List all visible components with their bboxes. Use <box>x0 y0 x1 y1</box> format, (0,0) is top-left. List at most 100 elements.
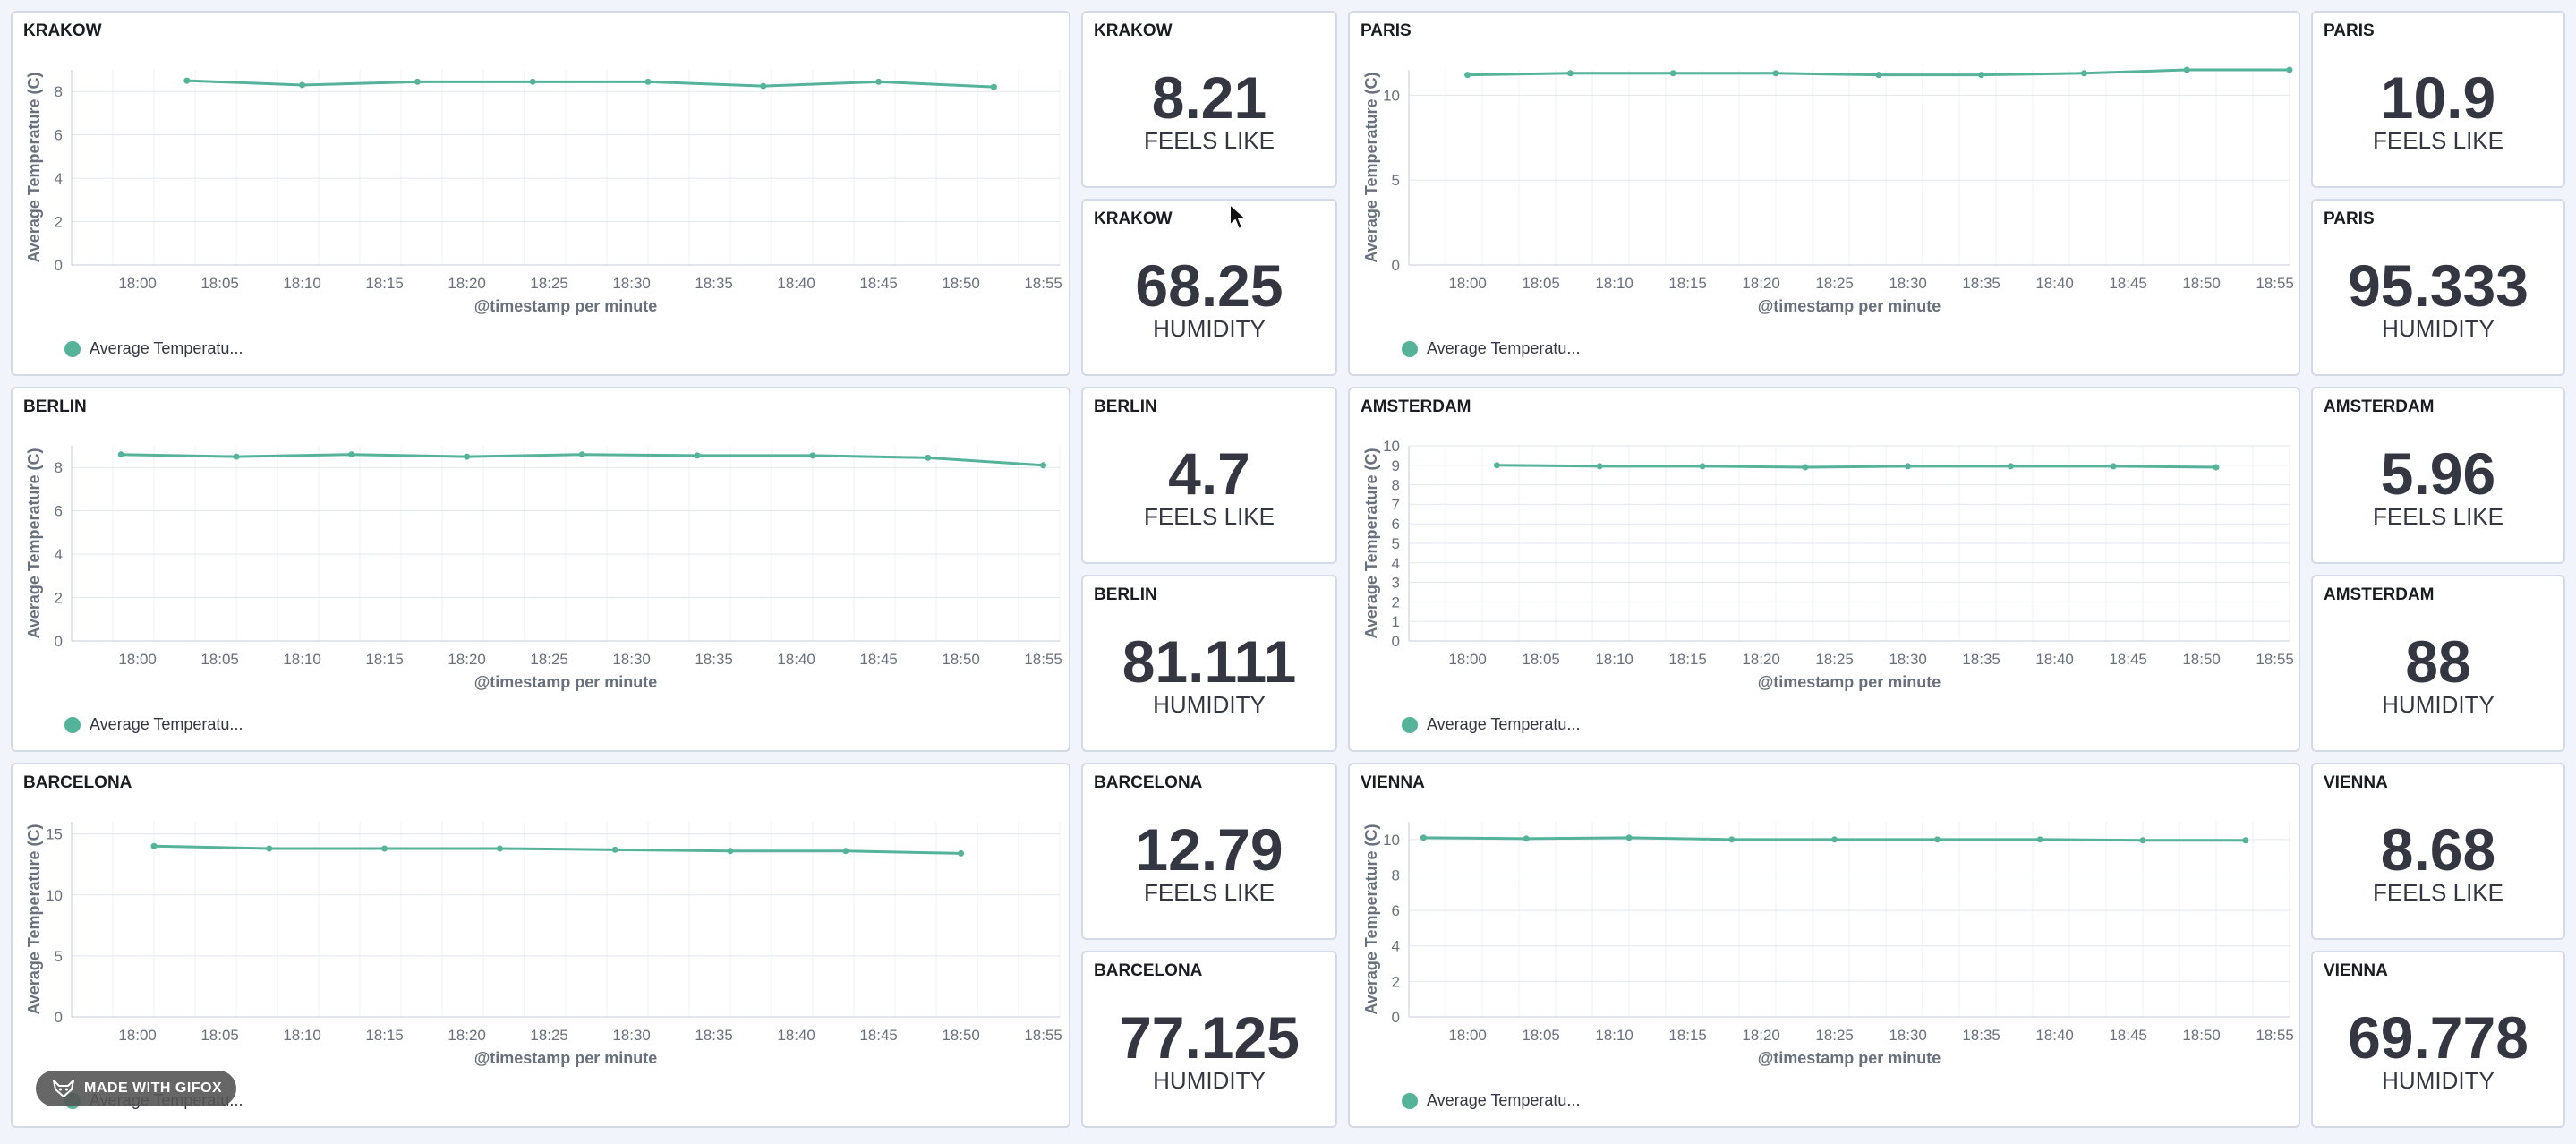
x-tick-label: 18:10 <box>1595 651 1633 668</box>
data-point <box>266 845 273 852</box>
paris-humidity-panel: PARIS 95.333 HUMIDITY <box>2311 199 2565 376</box>
metric-value: 69.778 <box>2348 1004 2529 1071</box>
line-chart[interactable]: 0 2 4 6 8 18:00 18:05 18:10 18:15 18:20 18:25 18:30… <box>13 13 1070 376</box>
x-tick-label: 18:40 <box>2035 275 2074 292</box>
metric-value: 68.25 <box>1135 252 1284 319</box>
amsterdam-feels-like-panel: AMSTERDAM 5.96 FEELS LIKE <box>2311 387 2565 564</box>
y-tick-label: 10 <box>1383 832 1400 849</box>
x-tick-label: 18:25 <box>1815 275 1854 292</box>
vienna-feels-like-panel: VIENNA 8.68 FEELS LIKE <box>2311 763 2565 940</box>
chart-legend[interactable]: Average Temperatu... <box>1402 339 1580 358</box>
data-point <box>611 846 618 853</box>
barcelona-humidity-panel: BARCELONA 77.125 HUMIDITY <box>1081 951 1337 1128</box>
x-tick-label: 18:25 <box>530 651 568 668</box>
line-chart[interactable]: 0 5 10 18:00 18:05 18:10 18:15 18:20 18:25 18:30 1… <box>1350 13 2300 376</box>
mouse-cursor-icon <box>1229 203 1247 230</box>
data-point <box>348 451 355 458</box>
krakow-chart-panel: KRAKOW 0 2 4 6 8 18:00 18:05 18:10 18:15 18:20 18:… <box>11 11 1070 376</box>
x-tick-label: 18:20 <box>1742 1027 1780 1044</box>
legend-label: Average Temperatu... <box>1427 339 1581 357</box>
x-tick-label: 18:00 <box>1448 1027 1487 1044</box>
data-point <box>644 78 652 85</box>
chart-legend[interactable]: Average Temperatu... <box>1402 715 1580 734</box>
y-tick-label: 0 <box>1392 257 1400 274</box>
x-tick-label: 18:40 <box>2035 651 2074 668</box>
x-tick-label: 18:05 <box>1522 651 1560 668</box>
data-point <box>2213 464 2220 471</box>
legend-label: Average Temperatu... <box>90 339 243 357</box>
line-chart[interactable]: 0 2 4 6 8 18:00 18:05 18:10 18:15 18:20 18:25 18:30… <box>13 388 1070 752</box>
x-tick-label: 18:55 <box>1024 1027 1062 1044</box>
x-tick-label: 18:10 <box>1595 1027 1633 1044</box>
grid-lines <box>1408 445 2290 642</box>
krakow-humidity-panel: KRAKOW 68.25 HUMIDITY <box>1081 199 1337 376</box>
panel-title: AMSTERDAM <box>2324 585 2435 604</box>
data-point <box>381 845 388 852</box>
x-tick-label: 18:35 <box>1962 651 2000 668</box>
data-point <box>2036 836 2043 843</box>
data-point <box>958 849 965 857</box>
metric-label: FEELS LIKE <box>1144 503 1275 530</box>
x-tick-label: 18:05 <box>1522 1027 1560 1044</box>
data-point <box>464 453 471 460</box>
berlin-humidity-panel: BERLIN 81.111 HUMIDITY <box>1081 575 1337 752</box>
vienna-chart-panel: VIENNA 0 2 4 6 8 10 18:00 18:05 18:10 18:15 18:20 1… <box>1348 763 2300 1128</box>
y-tick-label: 5 <box>1392 535 1400 552</box>
data-point <box>1905 463 1912 470</box>
y-tick-label: 4 <box>1392 555 1400 572</box>
metric-label: HUMIDITY <box>1153 691 1266 718</box>
y-tick-label: 8 <box>1392 477 1400 494</box>
series-line <box>1497 464 2217 469</box>
x-tick-label: 18:45 <box>2109 275 2147 292</box>
metric-label: FEELS LIKE <box>1144 127 1275 154</box>
x-tick-label: 18:55 <box>1024 275 1062 292</box>
chart-legend[interactable]: Average Temperatu... <box>64 715 243 734</box>
x-tick-label: 18:50 <box>2182 1027 2221 1044</box>
x-tick-label: 18:35 <box>695 651 733 668</box>
x-tick-label: 18:35 <box>1962 1027 2000 1044</box>
legend-dot-icon <box>64 716 81 733</box>
y-tick-label: 10 <box>1383 87 1400 104</box>
x-tick-label: 18:40 <box>777 651 815 668</box>
data-point <box>1625 834 1633 841</box>
metric-label: HUMIDITY <box>1153 315 1266 342</box>
data-point <box>2080 70 2087 77</box>
data-point <box>2242 837 2249 844</box>
data-point <box>1596 463 1603 470</box>
chart-legend[interactable]: Average Temperatu... <box>64 339 243 358</box>
panel-title: KRAKOW <box>1094 209 1173 228</box>
data-point <box>1523 835 1530 842</box>
x-tick-label: 18:15 <box>1668 651 1707 668</box>
y-tick-label: 8 <box>1392 867 1400 884</box>
x-tick-label: 18:00 <box>118 1027 157 1044</box>
legend-label: Average Temperatu... <box>1427 715 1581 733</box>
x-tick-label: 18:40 <box>2035 1027 2074 1044</box>
chart-legend[interactable]: Average Temperatu... <box>1402 1091 1580 1110</box>
line-chart[interactable]: 0 2 4 6 8 10 18:00 18:05 18:10 18:15 18:20 18:25 18:… <box>1350 764 2300 1128</box>
vienna-humidity-panel: VIENNA 69.778 HUMIDITY <box>2311 951 2565 1128</box>
data-point <box>1875 72 1882 79</box>
x-tick-label: 18:45 <box>859 275 898 292</box>
x-tick-label: 18:15 <box>365 651 404 668</box>
legend-dot-icon <box>1402 1092 1418 1109</box>
x-tick-label: 18:10 <box>283 651 321 668</box>
y-tick-label: 0 <box>1392 1009 1400 1026</box>
x-axis-title: @timestamp per minute <box>474 297 658 315</box>
x-tick-label: 18:10 <box>1595 275 1633 292</box>
y-tick-label: 4 <box>55 170 63 187</box>
data-point <box>2183 66 2190 73</box>
legend-label: Average Temperatu... <box>90 715 243 733</box>
x-tick-label: 18:25 <box>1815 1027 1854 1044</box>
x-tick-label: 18:10 <box>283 275 321 292</box>
y-tick-label: 2 <box>1392 973 1400 990</box>
y-tick-label: 4 <box>55 546 63 563</box>
x-tick-label: 18:45 <box>859 651 898 668</box>
legend-dot-icon <box>1402 340 1418 357</box>
x-tick-label: 18:50 <box>942 651 980 668</box>
line-chart[interactable]: 01234567891018:00 18:05 18:10 18:15 18:20 18:… <box>1350 388 2300 752</box>
metric-label: HUMIDITY <box>2382 315 2495 342</box>
y-tick-label: 5 <box>55 948 63 965</box>
y-tick-label: 0 <box>1392 633 1400 650</box>
x-tick-label: 18:55 <box>2256 651 2294 668</box>
y-tick-label: 3 <box>1392 575 1400 592</box>
